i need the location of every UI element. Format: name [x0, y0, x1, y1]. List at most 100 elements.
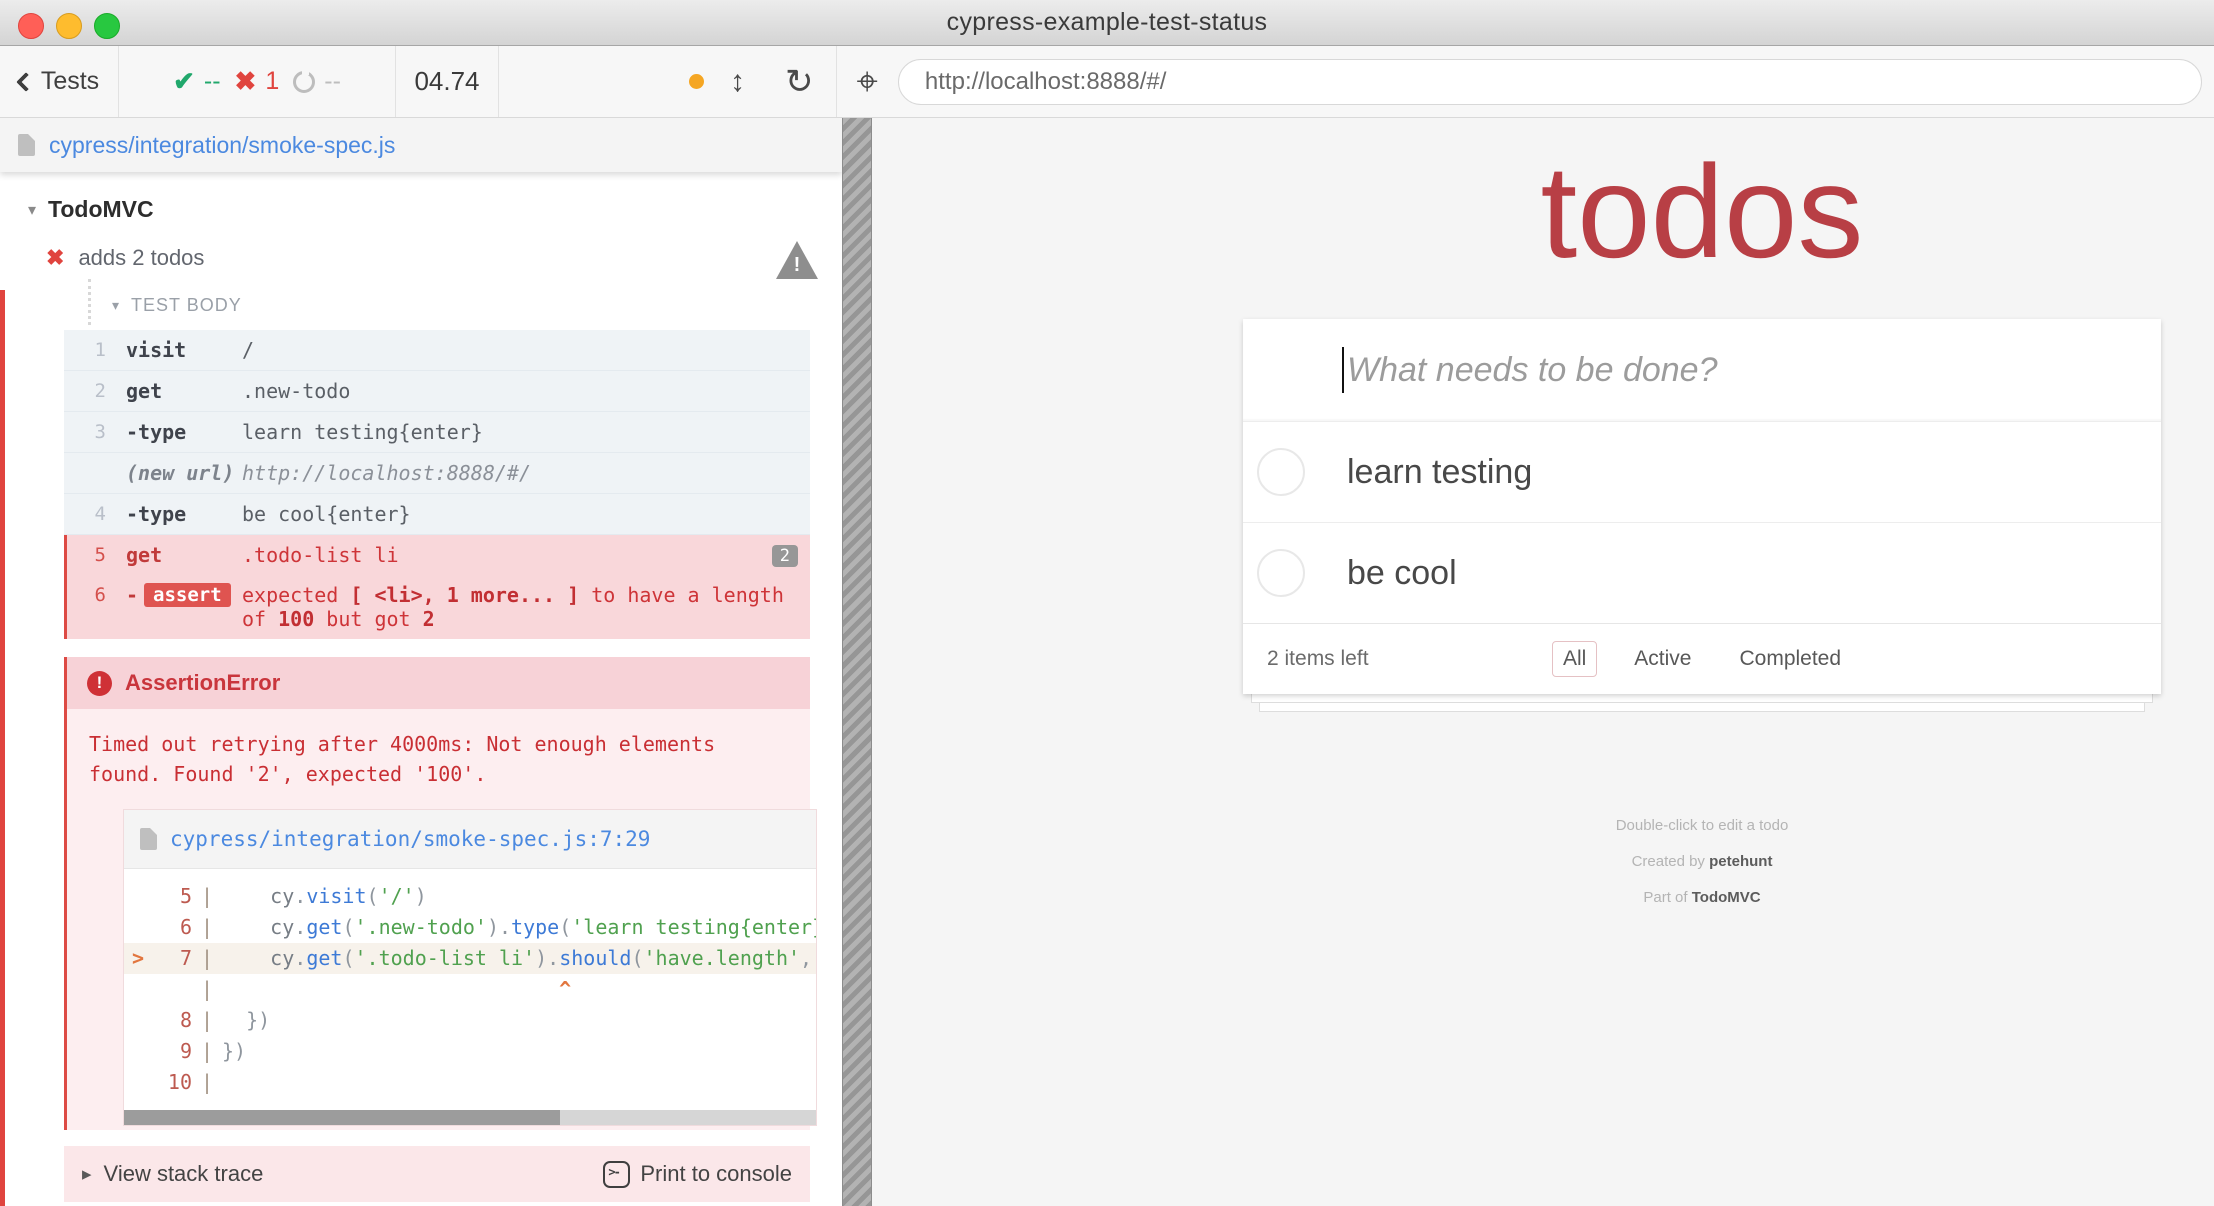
close-button[interactable] — [18, 13, 44, 39]
command-row[interactable]: 4 -type be cool{enter} — [64, 494, 810, 535]
test-body-section[interactable]: ▾ TEST BODY — [112, 295, 842, 316]
todo-card: What needs to be done? learn testing be … — [1243, 319, 2161, 694]
command-name: visit — [126, 338, 242, 362]
print-to-console-label: Print to console — [640, 1161, 792, 1187]
command-row[interactable]: 2 get .new-todo — [64, 371, 810, 412]
filter-all[interactable]: All — [1552, 641, 1597, 677]
todo-label: learn testing — [1347, 453, 1532, 492]
back-to-tests-label: Tests — [41, 67, 99, 96]
todo-toggle-circle[interactable] — [1257, 549, 1305, 597]
command-number: 2 — [64, 379, 106, 402]
chevron-left-icon — [16, 72, 36, 92]
stacked-sheet — [1251, 694, 2153, 703]
error-message-line: Timed out retrying after 4000ms: Not eno… — [89, 729, 788, 759]
resize-arrows-icon[interactable]: ↕ — [730, 65, 745, 99]
code-line: 6| cy.get('.new-todo').type('learn testi… — [124, 912, 816, 943]
command-name: get — [126, 543, 242, 567]
command-row[interactable]: 3 -type learn testing{enter} — [64, 412, 810, 453]
todomvc-app: todos What needs to be done? learn testi… — [1243, 118, 2161, 916]
todo-toggle-circle[interactable] — [1257, 448, 1305, 496]
text-cursor — [1342, 347, 1344, 393]
x-icon: ✖ — [235, 66, 257, 97]
failed-assert-row[interactable]: 6 - assert expected [ <li>, 1 more... ] … — [64, 575, 810, 639]
toolbar-spacer — [499, 46, 689, 117]
part-of-prefix: Part of — [1643, 889, 1691, 906]
command-message: be cool{enter} — [242, 502, 810, 526]
todo-item[interactable]: be cool — [1243, 522, 2161, 623]
command-number: 5 — [67, 543, 106, 566]
error-message: Timed out retrying after 4000ms: Not eno… — [67, 709, 810, 1130]
assert-actual: [ <li>, 1 more... ] — [350, 583, 579, 607]
file-icon — [140, 828, 157, 850]
viewport-indicator-dot-icon[interactable] — [689, 74, 704, 89]
code-frame: cypress/integration/smoke-spec.js:7:29 5… — [123, 809, 817, 1126]
assert-badge: assert — [144, 583, 231, 607]
command-message: .new-todo — [242, 379, 810, 403]
code-lines: 5| cy.visit('/') 6| cy.get('.new-todo').… — [124, 869, 816, 1102]
print-to-console-button[interactable]: Print to console — [603, 1161, 792, 1188]
input-placeholder: What needs to be done? — [1347, 351, 1718, 390]
filter-active[interactable]: Active — [1623, 641, 1702, 677]
test-body-label: TEST BODY — [131, 295, 242, 316]
traffic-lights — [18, 13, 120, 39]
duration-display: 04.74 — [396, 46, 499, 117]
check-icon: ✔ — [173, 66, 195, 97]
failed-count: 1 — [265, 67, 279, 96]
view-stack-trace-label: View stack trace — [104, 1161, 264, 1187]
window-title: cypress-example-test-status — [0, 8, 2214, 37]
created-by-prefix: Created by — [1632, 853, 1710, 870]
code-frame-file-link[interactable]: cypress/integration/smoke-spec.js:7:29 — [170, 824, 650, 854]
pending-circle-icon — [293, 71, 315, 93]
filter-completed[interactable]: Completed — [1728, 641, 1852, 677]
code-line: | ^ — [124, 974, 816, 1005]
command-name: -type — [126, 502, 242, 526]
command-number: 3 — [64, 420, 106, 443]
todomvc-link[interactable]: TodoMVC — [1692, 889, 1761, 906]
warning-triangle-icon — [776, 241, 818, 279]
refresh-icon[interactable]: ↻ — [785, 62, 814, 102]
pending-stat: -- — [293, 67, 341, 96]
scrollbar-thumb[interactable] — [124, 1110, 560, 1125]
new-url-row[interactable]: (new url) http://localhost:8888/#/ — [64, 453, 810, 494]
test-failed-x-icon: ✖ — [46, 245, 64, 271]
new-todo-input[interactable]: What needs to be done? — [1243, 319, 2161, 421]
spec-path-link[interactable]: cypress/integration/smoke-spec.js — [49, 132, 395, 159]
command-row[interactable]: 1 visit / — [64, 330, 810, 371]
terminal-icon — [603, 1161, 630, 1188]
code-line: 8| }) — [124, 1005, 816, 1036]
command-number: 6 — [67, 583, 106, 606]
file-icon — [18, 134, 35, 156]
reporter-panel: cypress/integration/smoke-spec.js ▾ Todo… — [0, 118, 842, 1206]
command-name: (new url) — [126, 461, 242, 485]
selector-playground-icon[interactable]: ⌖ — [857, 63, 878, 101]
command-message: .todo-list li — [242, 543, 772, 567]
command-message: learn testing{enter} — [242, 420, 810, 444]
passed-count: -- — [204, 67, 221, 96]
minimize-button[interactable] — [56, 13, 82, 39]
url-bar[interactable]: http://localhost:8888/#/ — [898, 59, 2202, 105]
failed-command-row[interactable]: 5 get .todo-list li 2 — [64, 535, 810, 575]
back-to-tests-button[interactable]: Tests — [0, 46, 119, 117]
assert-name: - assert — [126, 583, 242, 607]
command-message: / — [242, 338, 810, 362]
passed-stat: ✔ -- — [173, 66, 220, 97]
command-log: 1 visit / 2 get .new-todo 3 -type learn … — [64, 330, 810, 639]
triangle-right-icon: ▸ — [82, 1163, 92, 1186]
panel-resize-divider[interactable] — [842, 118, 872, 1206]
todo-footer: 2 items left All Active Completed — [1243, 623, 2161, 694]
horizontal-scrollbar[interactable] — [124, 1110, 816, 1125]
toolbar: Tests ✔ -- ✖ 1 -- 04.74 ↕ ↻ ⌖ http://loc… — [0, 46, 2214, 118]
filters: All Active Completed — [1243, 641, 2161, 677]
code-line: 9|}) — [124, 1036, 816, 1067]
suite-row[interactable]: ▾ TodoMVC — [28, 196, 842, 223]
zoom-button[interactable] — [94, 13, 120, 39]
error-message-line: found. Found '2', expected '100'. — [89, 759, 788, 789]
test-row[interactable]: ✖ adds 2 todos — [46, 245, 842, 271]
command-number — [64, 461, 106, 462]
todos-title: todos — [1243, 136, 2161, 287]
view-stack-trace-button[interactable]: ▸ View stack trace — [82, 1161, 263, 1187]
author-link[interactable]: petehunt — [1709, 853, 1772, 870]
assert-text: but got — [314, 607, 422, 631]
todo-item[interactable]: learn testing — [1243, 421, 2161, 522]
hierarchy-dotted-line — [88, 279, 91, 325]
